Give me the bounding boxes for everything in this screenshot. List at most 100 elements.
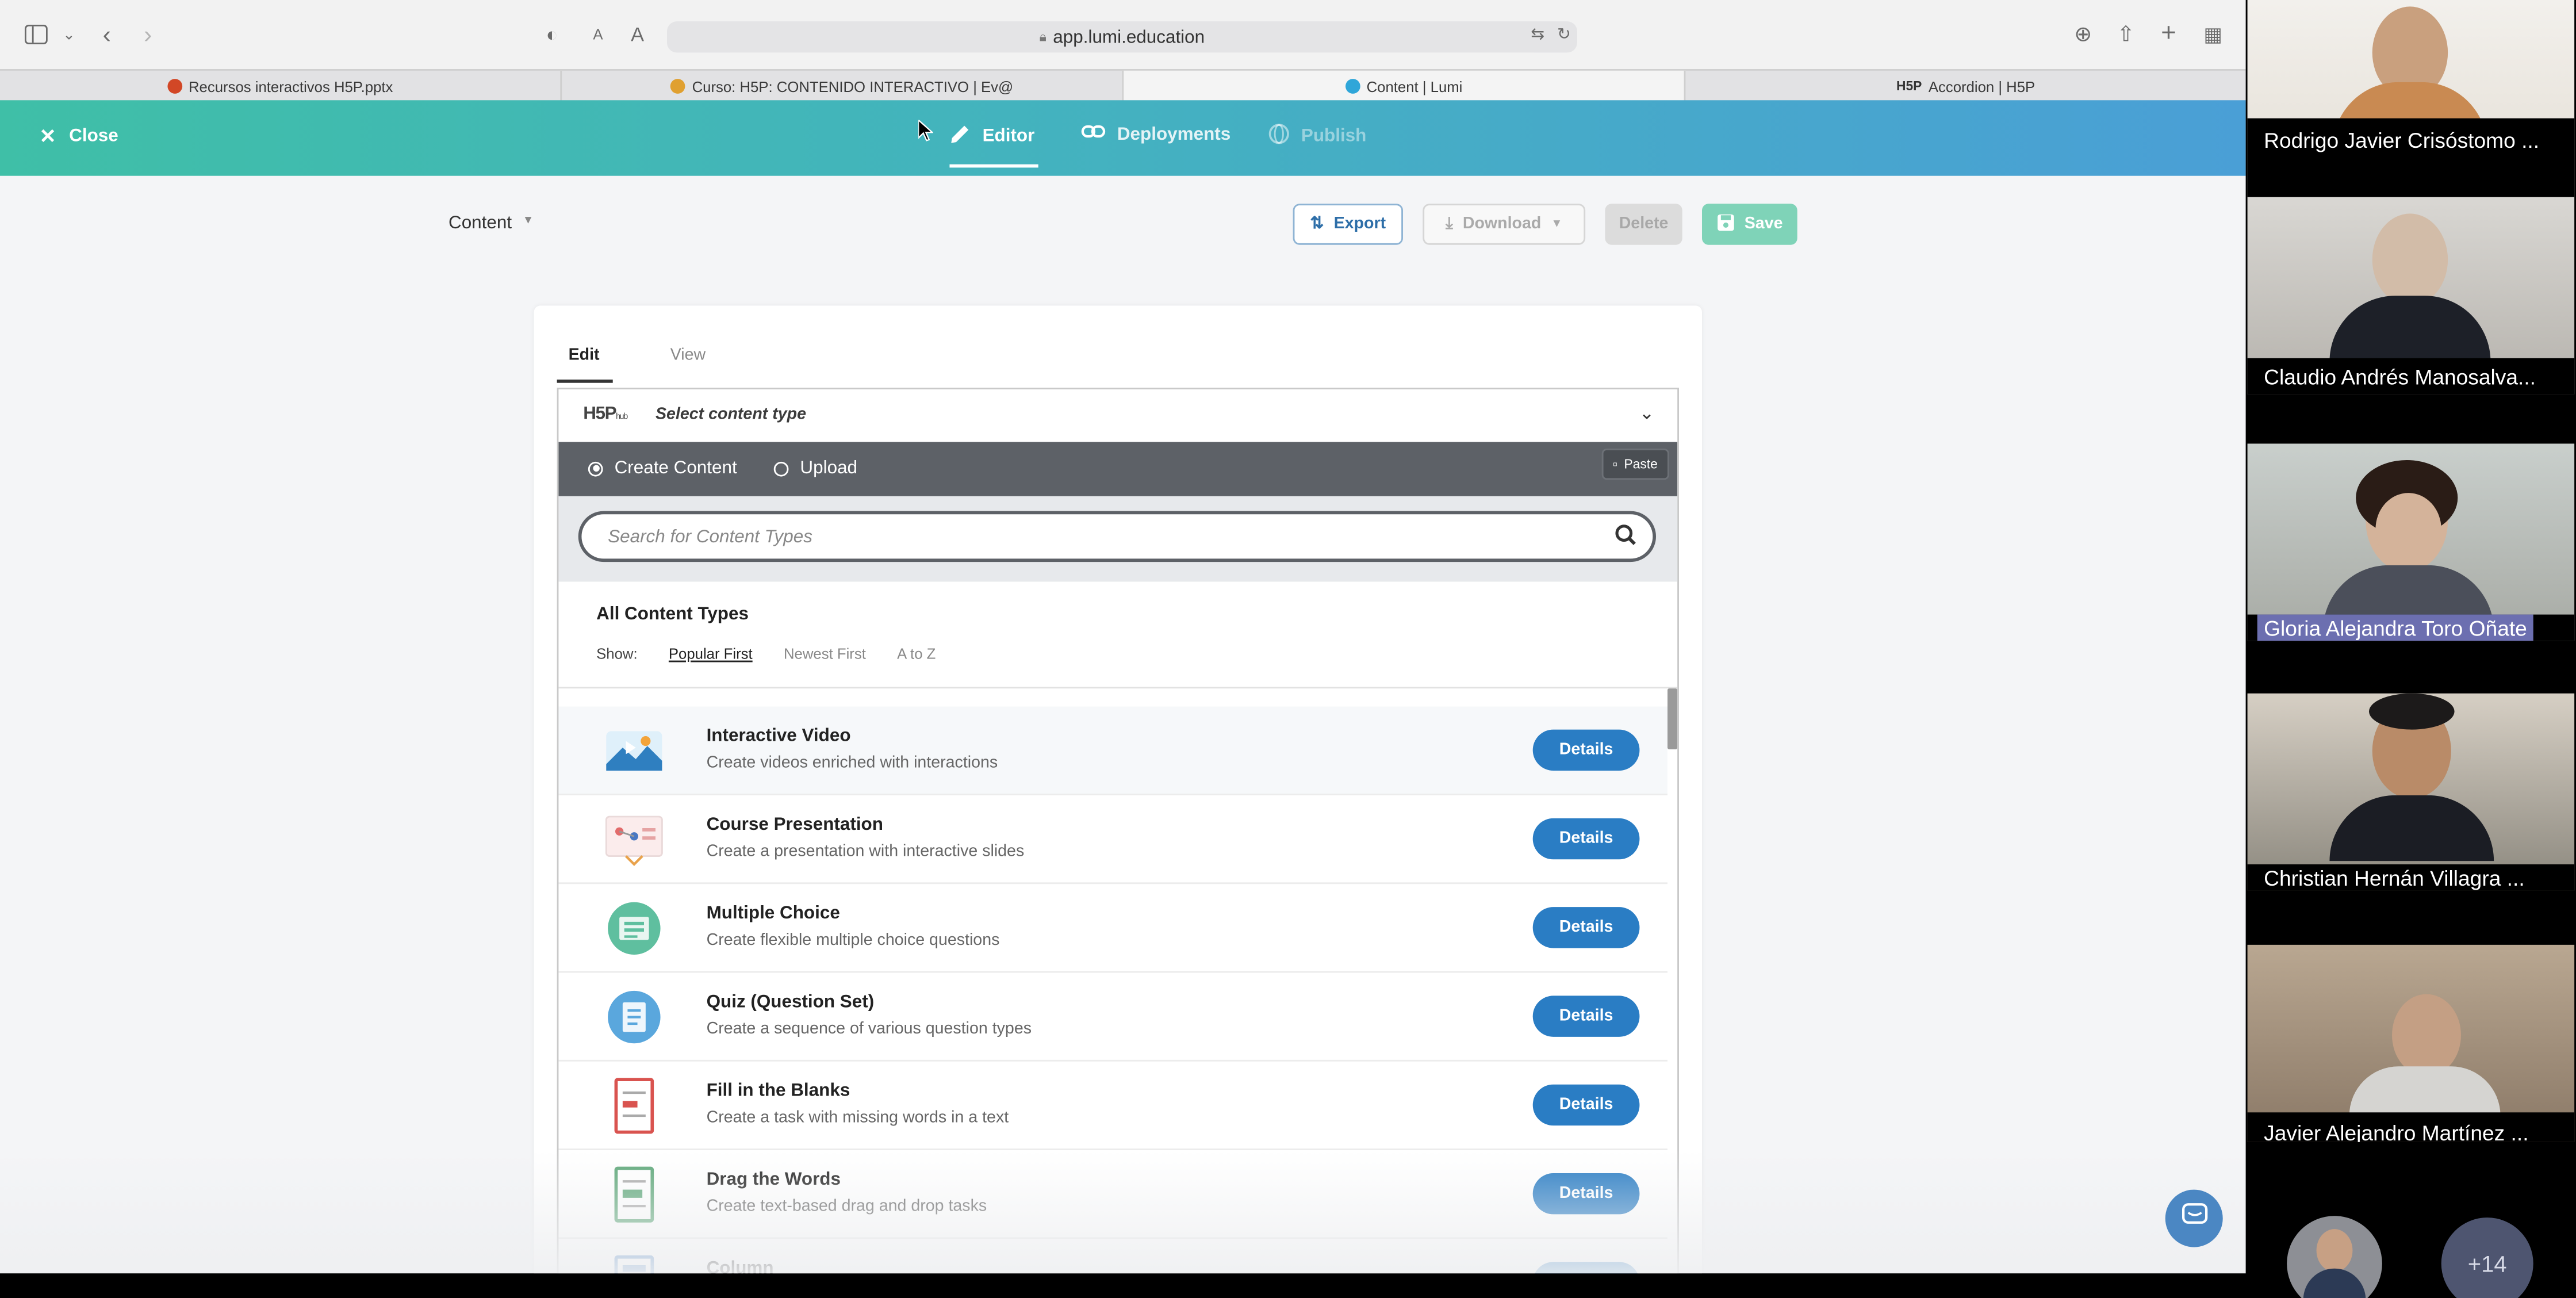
quiz-icon [603,987,666,1047]
participant-video [2392,994,2461,1077]
create-content-radio[interactable]: Create Content [588,458,737,478]
avatar[interactable] [2287,1216,2382,1298]
participant-tile[interactable]: Javier Alejandro Martínez ... [2247,944,2575,1142]
course-presentation-icon [603,810,666,870]
chevron-down-icon[interactable]: ⌄ [1639,403,1654,424]
radio-selected-icon [588,461,603,476]
browser-tab-pptx[interactable]: Recursos interactivos H5P.pptx [0,70,562,102]
download-icon[interactable]: ⊕ [2067,18,2099,51]
tab-label: Deployments [1117,124,1231,144]
forward-icon[interactable]: › [132,18,164,51]
participant-name: Javier Alejandro Martínez ... [2264,1120,2529,1142]
content-type-row[interactable]: Column Details [558,1239,1667,1274]
column-icon [603,1254,666,1274]
sort-popular-first[interactable]: Popular First [669,646,753,663]
h5p-hub: H5Phub Select content type ⌄ Create Cont… [557,388,1679,1274]
tab-edit[interactable]: Edit [569,347,600,365]
floppy-disk-icon [1716,213,1734,236]
sidebar-toggle-icon[interactable] [20,18,52,51]
export-label: Export [1333,215,1386,233]
content-type-title: Course Presentation [706,815,883,835]
participant-tile[interactable]: Claudio Andrés Manosalva... [2247,197,2575,395]
chat-button[interactable] [2165,1189,2223,1247]
clipboard-icon: ▫ [1612,457,1617,472]
tab-publish[interactable]: Publish [1268,123,1366,150]
upload-radio[interactable]: Upload [773,458,858,478]
content-type-title: Quiz (Question Set) [706,992,875,1012]
browser-tab-lumi[interactable]: Content | Lumi [1124,70,1686,102]
content-type-row[interactable]: Quiz (Question Set) Create a sequence of… [558,972,1667,1062]
details-button[interactable]: Details [1532,1084,1640,1126]
paste-button[interactable]: ▫ Paste [1601,449,1669,480]
lumi-icon [1345,79,1360,94]
paste-label: Paste [1624,457,1658,472]
shield-icon[interactable]: ◐ [535,18,568,51]
download-button[interactable]: ⤓ Download ▼ [1423,204,1586,245]
participant-name: Claudio Andrés Manosalva... [2264,365,2536,390]
hub-mode-bar: Create Content Upload ▫ Paste [558,442,1678,496]
sort-a-to-z[interactable]: A to Z [897,646,936,663]
video-participants-panel: Rodrigo Javier Crisóstomo ... Claudio An… [2245,0,2576,1298]
back-icon[interactable]: ‹ [90,18,123,51]
content-type-row[interactable]: Multiple Choice Create flexible multiple… [558,884,1667,973]
share-icon[interactable]: ⇧ [2110,18,2142,51]
chevron-down-icon[interactable]: ⌄ [52,18,85,51]
content-type-row[interactable]: Interactive Video Create videos enriched… [558,706,1667,795]
address-bar[interactable]: 🔒︎ app.lumi.education [667,21,1577,53]
details-button[interactable]: Details [1532,1173,1640,1215]
browser-tab-bar: Recursos interactivos H5P.pptx Curso: H5… [0,69,2246,102]
text-larger-icon[interactable]: A [621,18,654,51]
close-button[interactable]: ✕ Close [40,125,118,148]
participant-tile[interactable]: Christian Hernán Villagra ... [2247,693,2575,891]
tab-editor[interactable]: Editor [949,123,1038,168]
export-button[interactable]: ⇅ Export [1293,204,1403,245]
content-type-description: Create a presentation with interactive s… [706,843,1025,861]
new-tab-icon[interactable]: + [2152,18,2185,51]
drag-the-words-icon [603,1165,666,1224]
tab-overview-icon[interactable]: ▦ [2196,18,2229,51]
participant-tile[interactable]: Gloria Alejandra Toro Oñate [2247,443,2575,641]
details-button[interactable]: Details [1532,1262,1640,1274]
details-button[interactable]: Details [1532,907,1640,948]
search-placeholder: Search for Content Types [608,526,812,546]
list-scrollbar[interactable] [1667,688,1678,749]
content-type-description: Create videos enriched with interactions [706,754,998,772]
globe-icon [1268,123,1290,150]
delete-button[interactable]: Delete [1605,204,1682,245]
screen-bottom-bar [0,1273,2246,1298]
participant-name: Rodrigo Javier Crisóstomo ... [2264,128,2540,153]
tab-view[interactable]: View [670,347,706,365]
text-smaller-icon[interactable]: A [581,18,614,51]
participant-tile[interactable]: Rodrigo Javier Crisóstomo ... [2247,0,2575,197]
save-button[interactable]: Save [1702,204,1797,245]
hub-header[interactable]: H5Phub Select content type ⌄ [558,389,1678,444]
content-type-row[interactable]: Course Presentation Create a presentatio… [558,795,1667,885]
search-icon[interactable] [1615,524,1636,550]
sort-newest-first[interactable]: Newest First [784,646,866,663]
content-type-description: Create a task with missing words in a te… [706,1109,1009,1127]
details-button[interactable]: Details [1532,995,1640,1037]
powerpoint-icon [167,79,182,94]
search-input[interactable]: Search for Content Types [578,511,1656,562]
app-header: ✕ Close Editor Deployments Publish [0,100,2246,176]
content-type-row[interactable]: Fill in the Blanks Create a task with mi… [558,1062,1667,1150]
h5p-hub-logo: H5Phub [583,404,628,424]
pencil-icon [949,123,971,150]
content-type-description: Create a sequence of various question ty… [706,1020,1032,1039]
close-icon: ✕ [39,125,56,148]
tab-deployments[interactable]: Deployments [1081,123,1230,144]
participant-video [2372,213,2448,306]
details-button[interactable]: Details [1532,729,1640,771]
more-participants-badge[interactable]: +14 [2441,1217,2533,1298]
browser-tab-accordion[interactable]: H5P Accordion | H5P [1685,71,2245,102]
lock-icon: 🔒︎ [1039,29,1046,44]
details-button[interactable]: Details [1532,818,1640,860]
content-type-title: Drag the Words [706,1170,841,1190]
content-dropdown[interactable]: Content [448,213,512,233]
course-icon [670,79,686,94]
reload-icon[interactable]: ↻ [1547,18,1580,51]
radio-label: Upload [800,458,858,478]
caret-down-icon[interactable]: ▼ [523,215,534,227]
browser-tab-course[interactable]: Curso: H5P: CONTENIDO INTERACTIVO | Ev@ [562,70,1124,102]
content-type-row[interactable]: Drag the Words Create text-based drag an… [558,1150,1667,1239]
